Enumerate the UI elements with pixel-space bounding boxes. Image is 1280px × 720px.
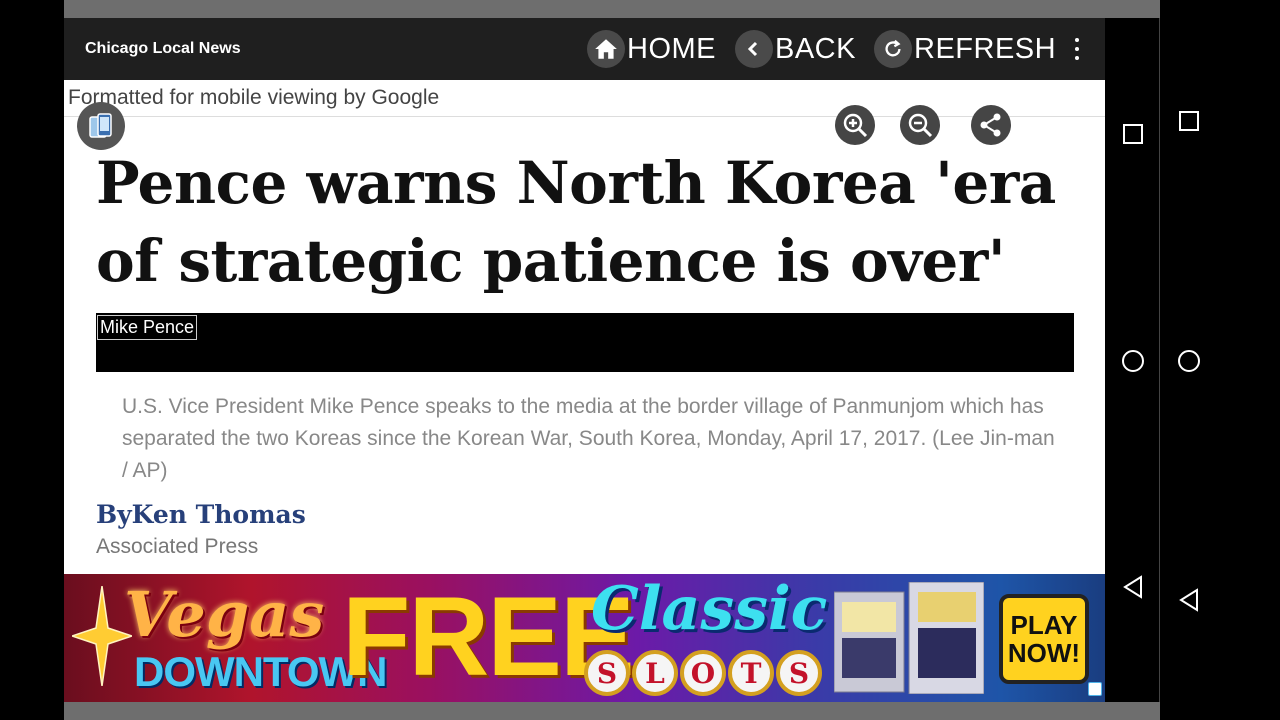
app-toolbar: Chicago Local News HOME BACK REFRESH xyxy=(64,18,1105,80)
back-triangle-icon[interactable] xyxy=(1105,559,1161,615)
article-headline: Pence warns North Korea 'era of strategi… xyxy=(96,149,1056,295)
image-alt-text: Mike Pence xyxy=(97,315,198,340)
ad-slots-letter: S xyxy=(776,650,822,696)
ad-slots-letter: S xyxy=(584,650,630,696)
article-agency: Associated Press xyxy=(96,535,259,558)
ad-choices-icon[interactable] xyxy=(1088,682,1102,696)
ad-slots-letter: T xyxy=(728,650,774,696)
home-button[interactable]: HOME xyxy=(587,28,716,70)
zoom-in-icon[interactable] xyxy=(835,105,875,145)
play-now-button[interactable]: PLAY NOW! xyxy=(999,594,1089,684)
recents-icon[interactable] xyxy=(1161,93,1217,149)
mobile-view-icon[interactable] xyxy=(77,102,125,150)
screen: Chicago Local News HOME BACK REFRESH For… xyxy=(0,0,1280,720)
play-now-line1: PLAY xyxy=(1010,610,1078,640)
ad-slots-letter: L xyxy=(632,650,678,696)
image-caption: U.S. Vice President Mike Pence speaks to… xyxy=(122,395,1055,482)
window-frame-bottom xyxy=(64,702,1160,720)
navigation-bar-outer xyxy=(1161,0,1217,720)
chevron-left-icon xyxy=(735,30,773,68)
ad-banner[interactable]: Vegas DOWNTOWN FREE Classic S L O T S PL… xyxy=(64,574,1105,702)
ad-slots-letter: O xyxy=(680,650,726,696)
article-view[interactable]: Formatted for mobile viewing by Google P… xyxy=(64,80,1105,574)
slot-machines-image xyxy=(834,582,984,694)
share-icon[interactable] xyxy=(971,105,1011,145)
home-circle-icon[interactable] xyxy=(1161,333,1217,389)
window-frame-top xyxy=(64,0,1160,18)
ad-classic-text: Classic xyxy=(591,574,828,644)
back-triangle-icon[interactable] xyxy=(1161,572,1217,628)
more-options-icon[interactable] xyxy=(1067,34,1087,64)
home-button-label: HOME xyxy=(627,32,716,65)
refresh-button-label: REFRESH xyxy=(914,32,1057,65)
home-icon xyxy=(587,30,625,68)
zoom-out-icon[interactable] xyxy=(900,105,940,145)
app-title: Chicago Local News xyxy=(85,40,241,57)
mobile-format-note: Formatted for mobile viewing by Google xyxy=(68,86,440,109)
back-button-label: BACK xyxy=(775,32,856,65)
refresh-button[interactable]: REFRESH xyxy=(874,28,1056,70)
recents-icon[interactable] xyxy=(1105,106,1161,162)
ad-slots-text: S L O T S xyxy=(584,650,822,696)
navigation-bar-inner xyxy=(1105,0,1161,720)
ad-vegas-text: Vegas xyxy=(124,578,325,651)
back-button[interactable]: BACK xyxy=(735,28,856,70)
refresh-icon xyxy=(874,30,912,68)
article-image: Mike Pence xyxy=(96,313,1074,372)
star-icon xyxy=(72,586,132,686)
play-now-line2: NOW! xyxy=(1007,638,1081,668)
home-circle-icon[interactable] xyxy=(1105,333,1161,389)
divider xyxy=(64,116,1105,117)
article-byline[interactable]: ByKen Thomas xyxy=(96,500,306,529)
